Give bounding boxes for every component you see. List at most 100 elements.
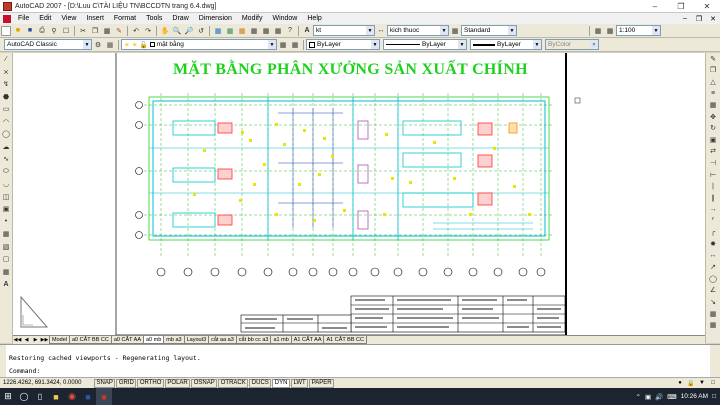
- otrack-toggle[interactable]: OTRACK: [218, 378, 249, 388]
- rotate-icon[interactable]: ↻: [708, 123, 718, 133]
- viewport-scale-icon[interactable]: ▦: [593, 26, 603, 36]
- zoom-realtime-icon[interactable]: 🔍: [172, 26, 182, 36]
- dim-style-icon[interactable]: ↔: [376, 26, 386, 36]
- autocad-taskbar-icon[interactable]: ■: [96, 388, 112, 405]
- offset-icon[interactable]: ≡: [708, 88, 718, 98]
- dimension-angular-icon[interactable]: ∠: [708, 285, 718, 295]
- cut-icon[interactable]: ✂: [78, 26, 88, 36]
- array-icon[interactable]: ▦: [708, 100, 718, 110]
- revision-cloud-icon[interactable]: ☁: [1, 142, 11, 153]
- tab-first-icon[interactable]: ◀◀: [13, 336, 22, 344]
- menu-format[interactable]: Format: [109, 15, 141, 22]
- line-icon[interactable]: ∕: [1, 54, 11, 65]
- save-icon[interactable]: ■: [25, 26, 35, 36]
- dimension-radius-icon[interactable]: ◯: [708, 274, 718, 284]
- grid-toggle[interactable]: GRID: [116, 378, 137, 388]
- tolerance-icon[interactable]: ▦: [708, 308, 718, 318]
- tab-layout3[interactable]: Layout3: [183, 336, 210, 344]
- tab-a0-cat-aa[interactable]: a0 CẮT AA: [110, 336, 144, 344]
- help-icon[interactable]: ?: [285, 26, 295, 36]
- menu-edit[interactable]: Edit: [34, 15, 56, 22]
- fillet-icon[interactable]: ╭: [708, 227, 718, 237]
- zoom-previous-icon[interactable]: ↺: [196, 26, 206, 36]
- tab-next-icon[interactable]: ▶: [31, 336, 40, 344]
- document-icon[interactable]: [3, 14, 11, 23]
- tab-a1-cat-aa[interactable]: A1 CẮT AA: [290, 336, 325, 344]
- match-properties-icon[interactable]: ✎: [114, 26, 124, 36]
- drawing-area[interactable]: MẶT BẰNG PHÂN XƯỞNG SẢN XUẤT CHÍNH: [13, 53, 705, 335]
- viewport-clip-icon[interactable]: ▦: [605, 26, 615, 36]
- tab-model[interactable]: Model: [49, 336, 70, 344]
- rectangle-icon[interactable]: ▭: [1, 104, 11, 115]
- pan-icon[interactable]: ✋: [160, 26, 170, 36]
- layer-select[interactable]: ☀ ☀ 🔓 mặt bằng ▼: [121, 39, 277, 50]
- ortho-toggle[interactable]: ORTHO: [137, 378, 164, 388]
- construction-line-icon[interactable]: ⨯: [1, 67, 11, 78]
- table-style-icon[interactable]: ▦: [450, 26, 460, 36]
- join-icon[interactable]: →: [708, 204, 718, 214]
- doc-close-button[interactable]: ✕: [706, 15, 720, 23]
- ellipse-icon[interactable]: ⬭: [1, 167, 11, 178]
- menu-help[interactable]: Help: [302, 15, 326, 22]
- text-style-select[interactable]: kt ▼: [313, 25, 375, 36]
- mirror-icon[interactable]: △: [708, 77, 718, 87]
- tab-a1-cat-bb-cc[interactable]: A1 CẮT BB CC: [323, 336, 367, 344]
- tab-a1-mb[interactable]: a1 mb: [270, 336, 292, 344]
- scale-icon[interactable]: ▣: [708, 135, 718, 145]
- redo-icon[interactable]: ↷: [143, 26, 153, 36]
- tab-cat-aa-a3[interactable]: cắt aa a3: [208, 336, 237, 344]
- lock-toolbar-icon[interactable]: 🔒: [687, 379, 695, 387]
- make-layer-current-icon[interactable]: ▦: [278, 40, 288, 50]
- markup-icon[interactable]: ▦: [261, 26, 271, 36]
- task-view-icon[interactable]: ▯: [32, 388, 48, 405]
- file-explorer-icon[interactable]: ■: [48, 388, 64, 405]
- undo-icon[interactable]: ↶: [131, 26, 141, 36]
- dyn-toggle[interactable]: DYN: [272, 378, 290, 388]
- region-icon[interactable]: ▢: [1, 254, 11, 265]
- point-icon[interactable]: •: [1, 217, 11, 228]
- tab-a0-cat-bb-cc[interactable]: a0 CẮT BB CC: [68, 336, 112, 344]
- dim-style-select[interactable]: kich thuoc ▼: [387, 25, 449, 36]
- linetype-select[interactable]: ByLayer ▼: [383, 39, 467, 50]
- ducs-toggle[interactable]: DUCS: [249, 378, 272, 388]
- minimize-button[interactable]: –: [642, 0, 668, 13]
- trim-icon[interactable]: ⊣: [708, 158, 718, 168]
- insert-block-icon[interactable]: ◫: [1, 192, 11, 203]
- copy-object-icon[interactable]: ❐: [708, 65, 718, 75]
- calculator-icon[interactable]: ▦: [273, 26, 283, 36]
- tab-cat-bb-cc-a3[interactable]: cắt bb cc a3: [235, 336, 272, 344]
- menu-tools[interactable]: Tools: [141, 15, 167, 22]
- layer-previous-icon[interactable]: ▦: [290, 40, 300, 50]
- erase-icon[interactable]: ✎: [708, 54, 718, 64]
- network-icon[interactable]: ▣: [645, 393, 651, 401]
- ellipse-arc-icon[interactable]: ◡: [1, 179, 11, 190]
- sheet-set-icon[interactable]: ▦: [249, 26, 259, 36]
- search-icon[interactable]: ◯: [16, 388, 32, 405]
- tab-last-icon[interactable]: ▶▶: [40, 336, 49, 344]
- command-scrollbar[interactable]: [710, 345, 720, 378]
- circle-icon[interactable]: ◯: [1, 129, 11, 140]
- extend-icon[interactable]: ⊢: [708, 169, 718, 179]
- menu-window[interactable]: Window: [267, 15, 302, 22]
- plot-preview-icon[interactable]: ⚲: [49, 26, 59, 36]
- text-style-icon[interactable]: A: [302, 26, 312, 36]
- tool-palettes-icon[interactable]: ▦: [237, 26, 247, 36]
- break-icon[interactable]: ∥: [708, 193, 718, 203]
- gradient-icon[interactable]: ▧: [1, 242, 11, 253]
- menu-view[interactable]: View: [56, 15, 81, 22]
- menu-file[interactable]: File: [13, 15, 34, 22]
- command-window-grip[interactable]: [0, 345, 6, 378]
- explode-icon[interactable]: ✸: [708, 239, 718, 249]
- chrome-icon[interactable]: ◉: [64, 388, 80, 405]
- table-style-select[interactable]: Standard ▼: [461, 25, 517, 36]
- osnap-toggle[interactable]: OSNAP: [191, 378, 218, 388]
- design-center-icon[interactable]: ▦: [225, 26, 235, 36]
- menu-dimension[interactable]: Dimension: [194, 15, 237, 22]
- tray-chevron-icon[interactable]: ⌃: [636, 393, 641, 401]
- command-window[interactable]: Restoring cached viewports - Regeneratin…: [0, 344, 720, 378]
- dimension-aligned-icon[interactable]: ↗: [708, 262, 718, 272]
- autocad-app-icon[interactable]: [3, 1, 12, 11]
- menu-insert[interactable]: Insert: [81, 15, 109, 22]
- keyboard-language-icon[interactable]: ⌨: [667, 393, 676, 401]
- properties-icon[interactable]: ▦: [213, 26, 223, 36]
